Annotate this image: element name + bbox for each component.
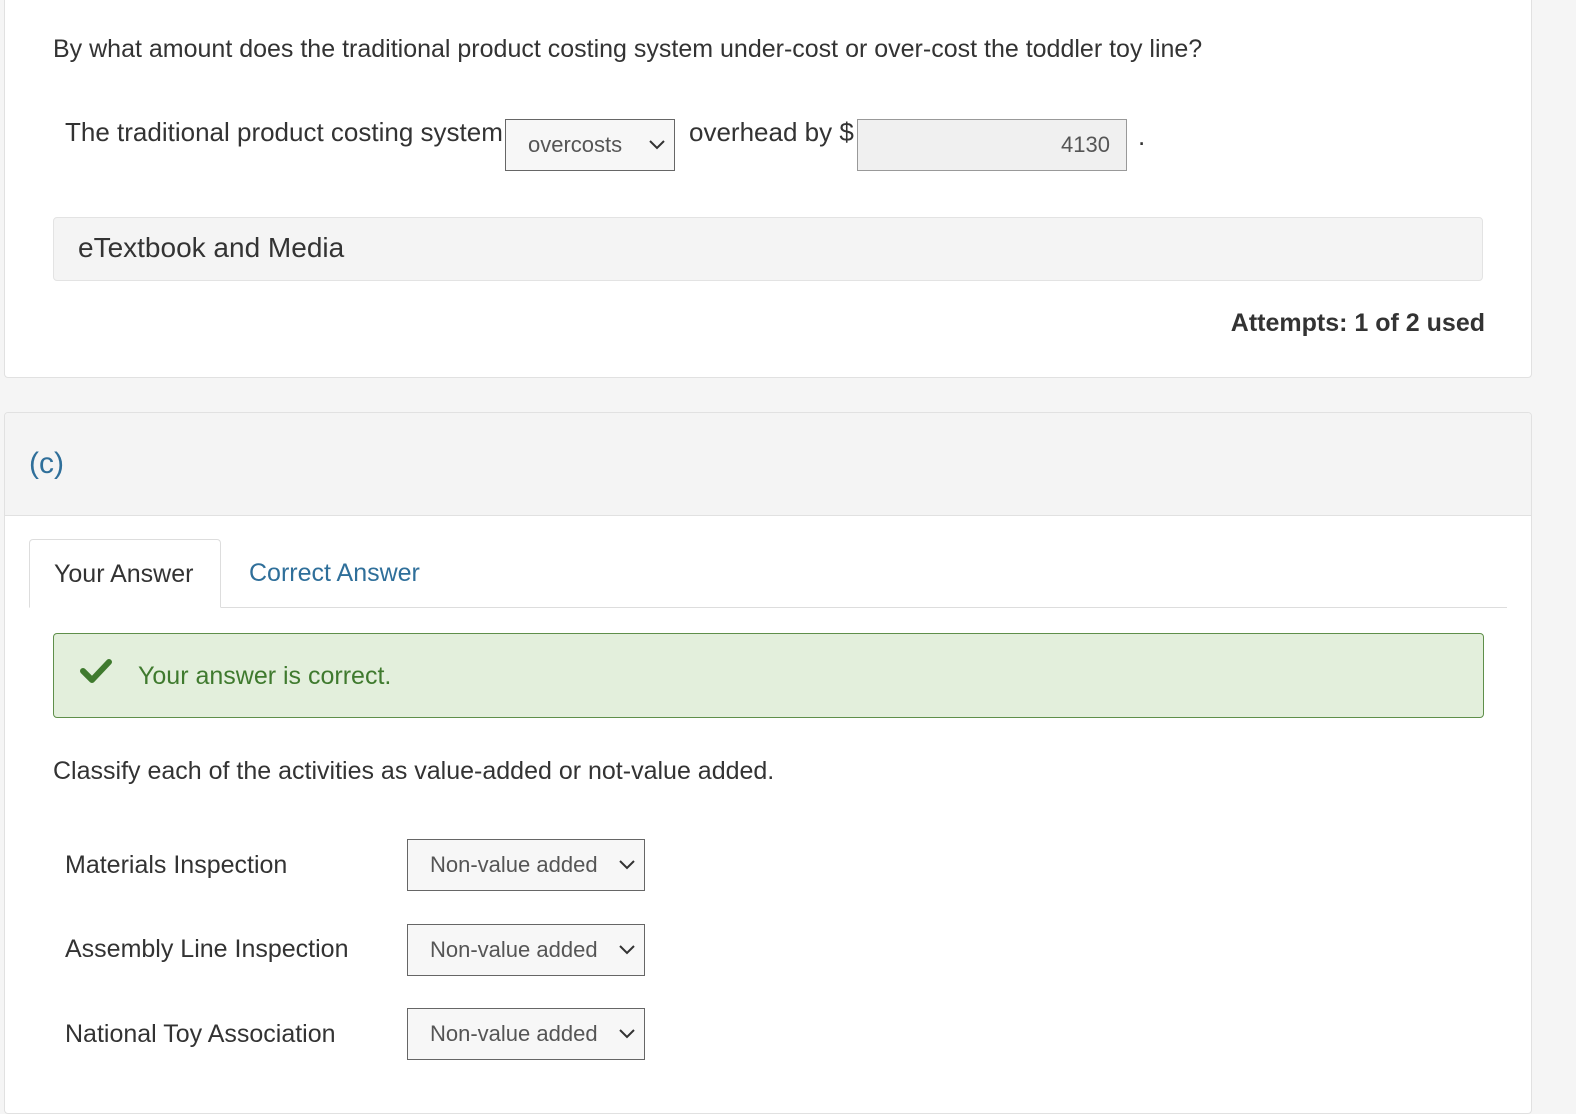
chevron-down-icon xyxy=(649,140,665,150)
sentence-suffix: . xyxy=(1138,121,1146,151)
activity-label: Materials Inspection xyxy=(65,851,288,879)
checkmark-icon xyxy=(80,659,112,683)
question-text: By what amount does the traditional prod… xyxy=(53,35,1203,63)
tab-your-answer[interactable]: Your Answer xyxy=(29,539,221,608)
part-c-card: (c) Your Answer Correct Answer Your answ… xyxy=(4,412,1532,1114)
tab-divider xyxy=(29,607,1507,608)
correct-feedback-banner: Your answer is correct. xyxy=(53,633,1484,718)
part-b-card: By what amount does the traditional prod… xyxy=(4,0,1532,378)
chevron-down-icon xyxy=(619,1029,635,1039)
etextbook-media-button[interactable]: eTextbook and Media xyxy=(53,217,1483,281)
tab-your-answer-label: Your Answer xyxy=(54,560,194,588)
part-label: (c) xyxy=(29,447,64,480)
chevron-down-icon xyxy=(619,945,635,955)
classification-value: Non-value added xyxy=(430,1021,598,1046)
activity-label: National Toy Association xyxy=(65,1020,336,1048)
sentence-prefix: The traditional product costing system xyxy=(65,117,503,147)
tab-correct-answer[interactable]: Correct Answer xyxy=(249,559,420,588)
chevron-down-icon xyxy=(619,860,635,870)
feedback-text: Your answer is correct. xyxy=(138,662,392,690)
cost-direction-select[interactable]: overcosts xyxy=(505,119,675,171)
part-c-header: (c) xyxy=(5,413,1531,516)
instruction-text: Classify each of the activities as value… xyxy=(53,757,775,785)
etextbook-label: eTextbook and Media xyxy=(78,232,345,263)
classification-value: Non-value added xyxy=(430,937,598,962)
activity-classification-select[interactable]: Non-value added xyxy=(407,839,645,891)
activity-classification-select[interactable]: Non-value added xyxy=(407,1008,645,1060)
amount-input[interactable]: 4130 xyxy=(857,119,1127,171)
attempts-text: Attempts: 1 of 2 used xyxy=(1230,309,1485,337)
activity-label: Assembly Line Inspection xyxy=(65,935,349,963)
sentence-middle: overhead by $ xyxy=(689,117,854,147)
classification-value: Non-value added xyxy=(430,852,598,877)
activity-classification-select[interactable]: Non-value added xyxy=(407,924,645,976)
cost-direction-value: overcosts xyxy=(528,132,623,157)
